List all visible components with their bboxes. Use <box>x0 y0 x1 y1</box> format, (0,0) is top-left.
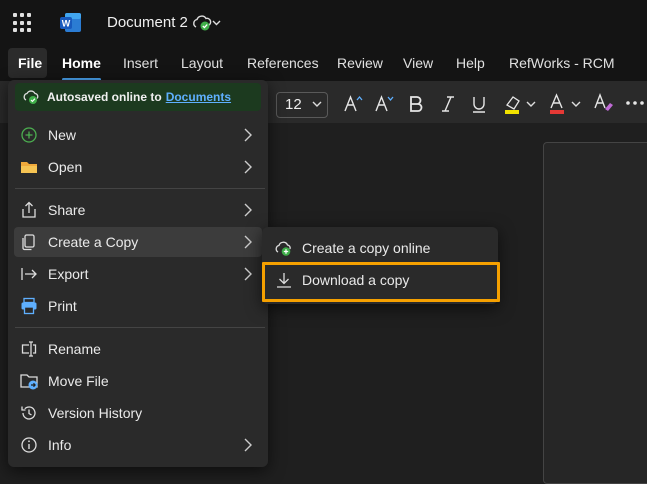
menu-divider <box>15 327 265 328</box>
app-launcher-icon[interactable] <box>13 13 33 33</box>
menu-item-share[interactable]: Share <box>14 195 262 225</box>
chevron-right-icon <box>244 438 252 452</box>
history-icon <box>21 406 36 420</box>
highlight-color-icon[interactable] <box>503 93 539 115</box>
autosave-text: Autosaved online to <box>47 90 162 104</box>
menu-item-print[interactable]: Print <box>14 291 262 321</box>
font-size-value: 12 <box>285 96 302 113</box>
more-options-icon[interactable] <box>625 100 645 106</box>
download-icon <box>277 273 291 288</box>
text-effects-icon[interactable] <box>593 93 615 115</box>
submenu-item-label: Create a copy online <box>302 240 431 256</box>
submenu-item-label: Download a copy <box>302 272 410 288</box>
info-icon <box>21 437 37 453</box>
menu-item-label: Move File <box>48 373 109 389</box>
tab-insert[interactable]: Insert <box>123 55 158 71</box>
tab-review[interactable]: Review <box>337 55 383 71</box>
menu-item-label: Create a Copy <box>48 234 139 250</box>
tab-file[interactable]: File <box>8 48 47 78</box>
chevron-right-icon <box>244 128 252 142</box>
export-icon <box>21 268 37 280</box>
menu-item-label: Rename <box>48 341 101 357</box>
tab-view[interactable]: View <box>403 55 433 71</box>
chevron-right-icon <box>244 267 252 281</box>
move-file-icon <box>20 374 38 390</box>
menu-item-new[interactable]: New <box>14 120 262 150</box>
menu-item-label: New <box>48 127 77 143</box>
cloud-add-icon <box>275 241 291 256</box>
chevron-right-icon <box>244 235 252 249</box>
tab-home[interactable]: Home <box>62 55 101 71</box>
chevron-right-icon <box>244 160 252 174</box>
title-bar <box>0 0 647 45</box>
chevron-right-icon <box>244 203 252 217</box>
shrink-font-icon[interactable] <box>374 94 394 114</box>
tab-layout[interactable]: Layout <box>181 55 223 71</box>
cloud-saved-icon <box>23 90 39 104</box>
tab-references[interactable]: References <box>247 55 319 71</box>
svg-text:W: W <box>62 19 71 29</box>
document-page[interactable] <box>543 142 647 484</box>
documents-link[interactable]: Documents <box>166 90 231 104</box>
word-logo-icon: W <box>60 13 81 32</box>
menu-item-create-a-copy[interactable]: Create a Copy <box>14 227 262 257</box>
menu-item-label: Print <box>48 298 77 314</box>
menu-divider <box>15 188 265 189</box>
menu-item-label: Open <box>48 159 83 175</box>
printer-icon <box>21 297 37 315</box>
menu-item-rename[interactable]: Rename <box>14 334 262 364</box>
folder-icon <box>21 162 37 173</box>
menu-item-label: Version History <box>48 405 143 421</box>
menu-item-label: Export <box>48 266 89 282</box>
tab-refworks[interactable]: RefWorks - RCM <box>509 55 615 71</box>
grow-font-icon[interactable] <box>343 94 363 114</box>
rename-icon <box>21 341 37 357</box>
menu-item-open[interactable]: Open <box>14 152 262 182</box>
share-icon <box>22 201 36 218</box>
download-a-copy-item[interactable]: Download a copy <box>262 264 498 296</box>
menu-item-info[interactable]: Info <box>14 430 262 460</box>
menu-item-label: Share <box>48 202 86 218</box>
document-title[interactable]: Document 2 <box>107 14 188 31</box>
font-color-icon[interactable] <box>548 93 584 115</box>
bold-icon[interactable] <box>408 94 424 114</box>
menu-item-label: Info <box>48 437 72 453</box>
font-size-select[interactable]: 12 <box>276 92 328 118</box>
copy-icon <box>22 234 35 251</box>
create-copy-online-item[interactable]: Create a copy online <box>262 232 498 264</box>
underline-icon[interactable] <box>471 94 487 114</box>
tab-file-label: File <box>18 55 43 71</box>
menu-item-version-history[interactable]: Version History <box>14 398 262 428</box>
tab-help[interactable]: Help <box>456 55 485 71</box>
chevron-down-icon <box>312 101 322 107</box>
menu-item-move-file[interactable]: Move File <box>14 366 262 396</box>
cloud-saved-icon[interactable] <box>192 14 222 32</box>
menu-item-export[interactable]: Export <box>14 259 262 289</box>
autosave-banner: Autosaved online to Documents <box>15 83 261 111</box>
plus-circle-icon <box>21 127 37 143</box>
italic-icon[interactable] <box>440 94 456 114</box>
